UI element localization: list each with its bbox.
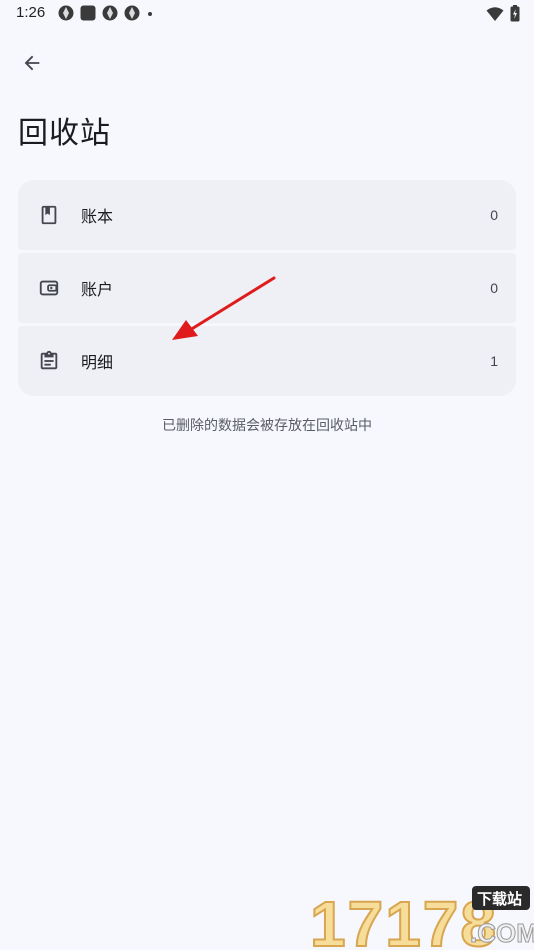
watermark-domain: .COM (470, 918, 534, 948)
list-item-count: 1 (490, 353, 498, 369)
watermark-logo: 17178 下载站 .COM (309, 886, 534, 950)
aperture-icon (124, 5, 140, 21)
annotation-arrow-icon (172, 276, 276, 340)
status-time: 1:26 (16, 4, 46, 21)
list-item-label: 账户 (81, 280, 114, 299)
list-item-count: 0 (490, 280, 498, 296)
system-icons (486, 5, 520, 22)
list-item-label: 账本 (81, 207, 114, 226)
arrow-left-icon (24, 55, 40, 71)
wifi-icon (486, 6, 504, 21)
watermark-tag: 下载站 (477, 890, 522, 908)
status-bar: 1:26 (0, 0, 534, 28)
book-icon (37, 203, 61, 227)
clipboard-icon (37, 349, 61, 373)
recycle-bin-hint: 已删除的数据会被存放在回收站中 (162, 418, 372, 434)
battery-charging-icon (510, 5, 520, 22)
list-item-count: 0 (490, 207, 498, 223)
square-app-icon (80, 5, 96, 21)
dot-icon (148, 12, 152, 16)
aperture-icon (102, 5, 118, 21)
list-item-books[interactable]: 账本 0 (18, 180, 516, 250)
list-item-label: 明细 (81, 353, 114, 372)
aperture-icon (58, 5, 74, 21)
notification-icons (58, 5, 154, 21)
wallet-icon (37, 276, 61, 300)
back-button[interactable] (14, 46, 50, 80)
page-title: 回收站 (18, 116, 111, 151)
